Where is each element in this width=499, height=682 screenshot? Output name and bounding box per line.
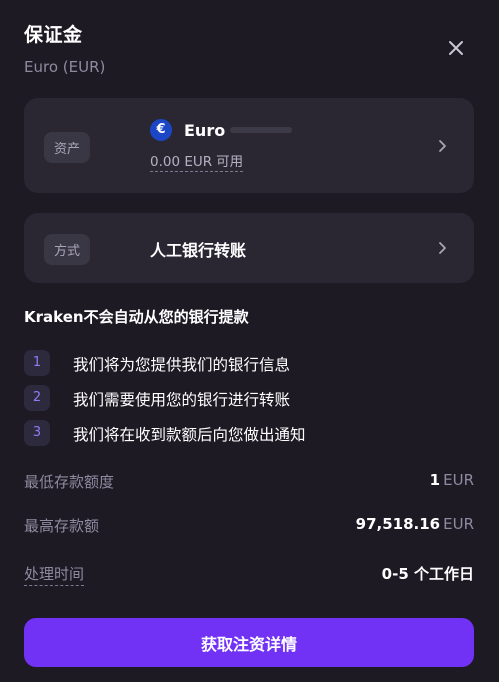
min-deposit-value: 1 EUR <box>430 471 474 489</box>
step-text: 我们需要使用您的银行进行转账 <box>73 391 291 409</box>
method-selector[interactable]: 方式 人工银行转账 <box>24 213 474 283</box>
step-text: 我们将在收到款额后向您做出通知 <box>73 426 306 444</box>
min-deposit-unit: EUR <box>443 471 474 489</box>
chevron-right-icon <box>439 140 446 152</box>
processing-time-row: 处理时间 0-5 个工作日 <box>24 563 474 586</box>
chevron-right-icon <box>439 242 446 254</box>
max-deposit-row: 最高存款额 97,518.16 EUR <box>24 515 474 537</box>
asset-chip: 资产 <box>44 132 91 163</box>
euro-icon: € <box>150 119 172 141</box>
min-deposit-label: 最低存款额度 <box>24 473 115 491</box>
modal-subtitle: Euro (EUR) <box>24 58 106 76</box>
asset-name: Euro <box>184 121 226 140</box>
processing-time-label[interactable]: 处理时间 <box>24 563 85 586</box>
close-icon[interactable] <box>444 36 468 60</box>
step-text: 我们将为您提供我们的银行信息 <box>73 356 291 374</box>
min-deposit-amount: 1 <box>429 471 441 489</box>
processing-time-value: 0-5 个工作日 <box>381 565 474 583</box>
available-suffix: 可用 <box>216 154 244 170</box>
max-deposit-value: 97,518.16 EUR <box>356 515 474 533</box>
get-funding-details-button[interactable]: 获取注资详情 <box>24 618 474 667</box>
withdrawal-notice: Kraken不会自动从您的银行提款 <box>24 308 249 326</box>
method-chip: 方式 <box>44 234 91 265</box>
step-number: 2 <box>24 385 50 411</box>
modal-title: 保证金 <box>24 24 83 46</box>
deposit-modal: 保证金 Euro (EUR) 资产 € Euro 0.00 EUR 可用 方式 人… <box>0 0 499 682</box>
asset-selector[interactable]: 资产 € Euro 0.00 EUR 可用 <box>24 98 474 193</box>
step-number: 3 <box>24 420 50 446</box>
min-deposit-row: 最低存款额度 1 EUR <box>24 471 474 493</box>
max-deposit-amount: 97,518.16 <box>355 515 441 533</box>
asset-available-balance: 0.00 EUR 可用 <box>150 150 244 172</box>
step-number: 1 <box>24 350 50 376</box>
method-name: 人工银行转账 <box>150 241 247 260</box>
max-deposit-label: 最高存款额 <box>24 517 100 535</box>
available-amount: 0.00 EUR <box>150 154 213 170</box>
max-deposit-unit: EUR <box>443 515 474 533</box>
asset-placeholder-bar <box>230 127 292 133</box>
